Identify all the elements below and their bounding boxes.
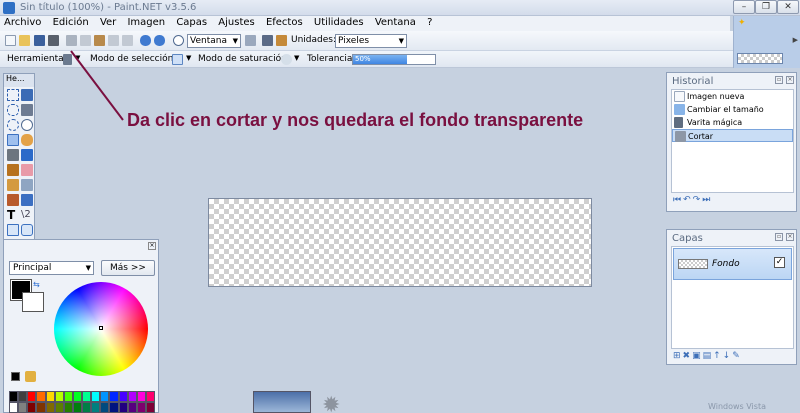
windows-vista-text: Windows Vista [708, 402, 766, 411]
annotation-arrow [70, 50, 124, 121]
annotation-text: Da clic en cortar y nos quedara el fondo… [127, 110, 584, 130]
taskbar-window-thumbnail[interactable] [253, 391, 311, 413]
starburst-icon: ✹ [322, 393, 341, 413]
annotation-arrow-line [70, 50, 124, 121]
